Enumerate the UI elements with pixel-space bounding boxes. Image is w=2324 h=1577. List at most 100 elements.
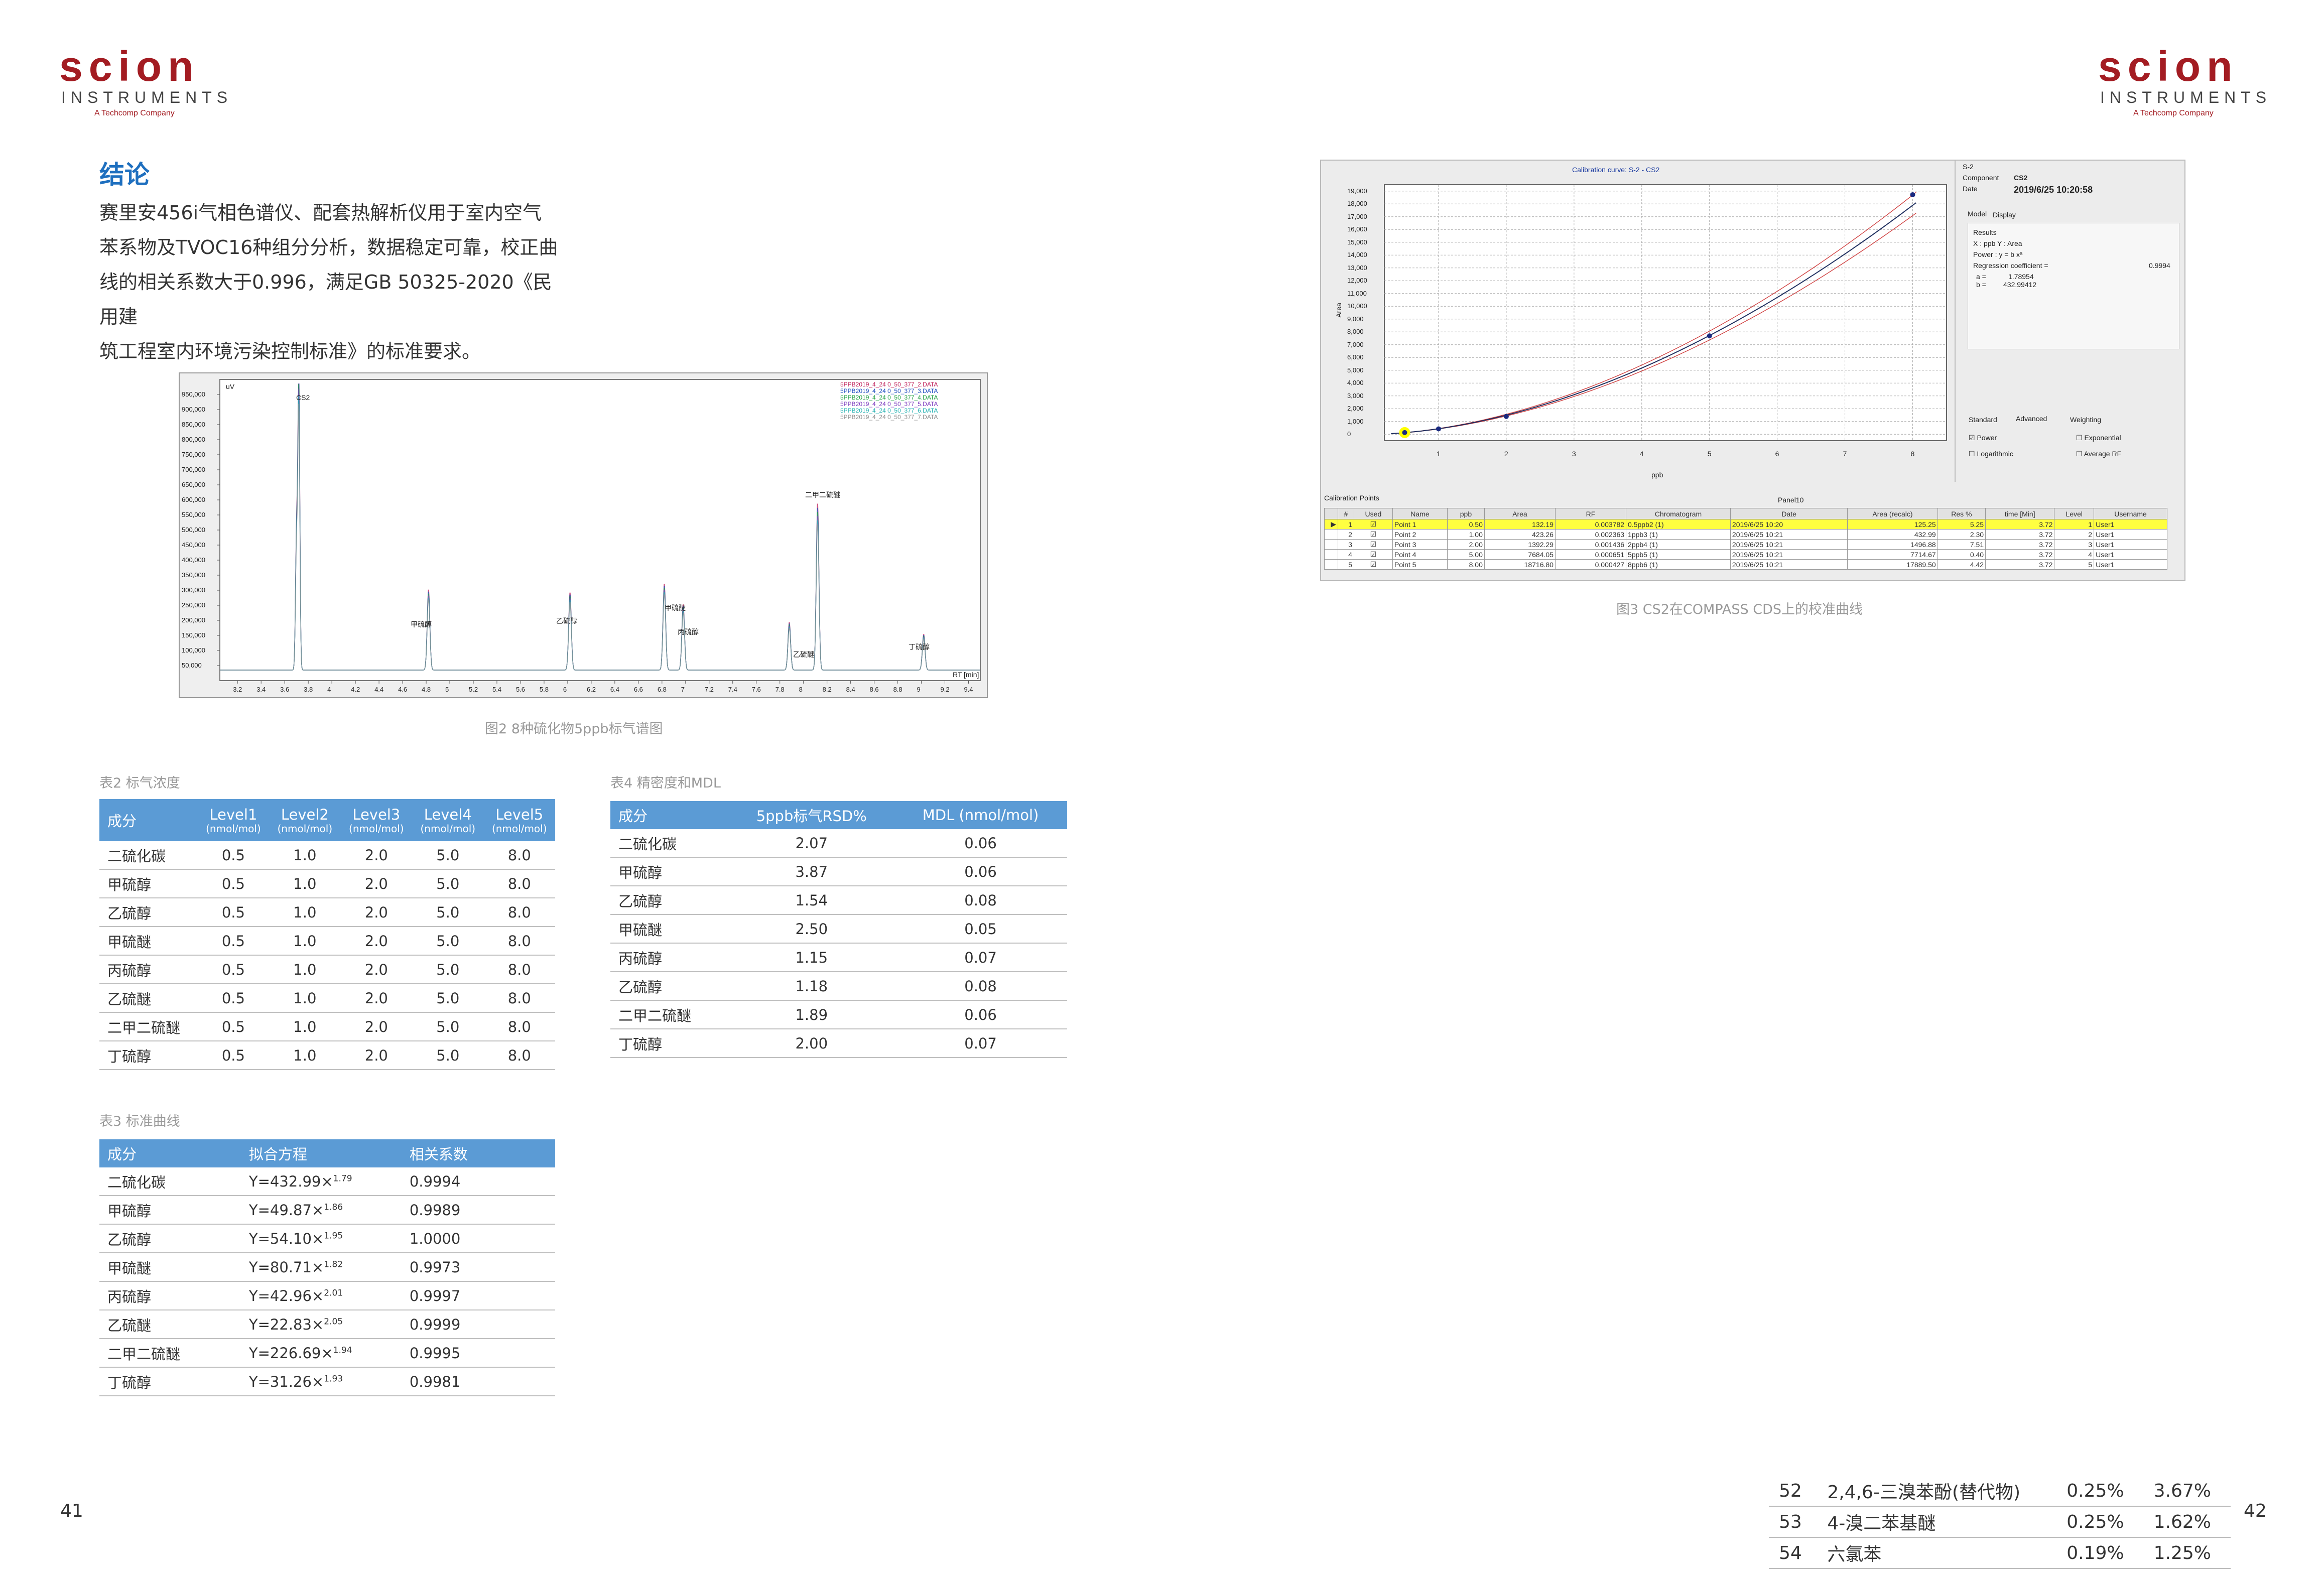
table-cell[interactable]: ☑ [1353, 529, 1393, 540]
y-tick-label: 6,000 [1347, 353, 1364, 361]
y-tick-label: 200,000 [182, 616, 205, 624]
equation-base: Y=54.10× [248, 1230, 324, 1247]
table-cell: User1 [2094, 519, 2167, 530]
x-tick-label: 7.2 [704, 686, 714, 693]
checkbox-checked-icon: ☑ [1969, 434, 1975, 442]
paragraph-line: 筑工程室内环境污染控制标准》的标准要求。 [99, 340, 481, 362]
table-cell: 3.87 [729, 857, 894, 886]
table-cell: 3.72 [1985, 519, 2055, 530]
tab-weighting[interactable]: Weighting [2070, 416, 2101, 424]
x-tick-label: 4 [1639, 450, 1644, 458]
calibration-point[interactable] [1910, 192, 1915, 197]
table-row: 丙硫醇 1.15 0.07 [610, 943, 1067, 972]
equation-exponent: 1.95 [324, 1230, 343, 1241]
table-row[interactable]: 3 ☑ Point 3 2.00 1392.29 0.001436 2ppb4 (1) 201… [1324, 539, 2167, 550]
table-cell: 2019/6/25 10:21 [1730, 549, 1848, 560]
x-tick-label: 7 [1843, 450, 1847, 458]
x-tick-label: 5.8 [539, 686, 549, 693]
table-cell: 1 [2054, 519, 2095, 530]
table-row[interactable]: ▶ 1 ☑ Point 1 0.50 132.19 0.003782 0.5ppb2 (1) 2… [1324, 519, 2167, 530]
opt-power[interactable]: ☑ Power [1969, 434, 1997, 442]
table-cell: 0.5 [197, 1012, 270, 1041]
table-cell: 125.25 [1847, 519, 1938, 530]
table-cell[interactable]: ☑ [1353, 559, 1393, 570]
table-cell: 5.0 [412, 898, 484, 927]
calibration-point[interactable] [1402, 430, 1407, 435]
x-tick-label: 2 [1504, 450, 1508, 458]
y-tick-label: 4,000 [1347, 379, 1364, 387]
table-cell[interactable]: ☑ [1353, 549, 1393, 560]
tab-model[interactable]: Model [1968, 210, 1987, 218]
table-cell: 甲硫醇 [99, 869, 198, 898]
table4-caption: 表4 精密度和MDL [610, 775, 721, 791]
x-tick-label: 6.6 [633, 686, 643, 693]
table-cell: 2.50 [729, 914, 894, 944]
tab-standard[interactable]: Standard [1969, 416, 1997, 424]
table-cell: 六氯苯 [1817, 1537, 2057, 1569]
y-tick-label: 100,000 [182, 646, 205, 654]
cal-ylabel: Area [1334, 303, 1343, 318]
equation-cell: Y=432.99×1.79 [240, 1167, 402, 1196]
table-cell: 8.0 [483, 955, 555, 984]
calibration-point[interactable] [1436, 426, 1441, 432]
table-cell: 甲硫醇 [610, 857, 729, 886]
logo-tagline: A Techcomp Company [2133, 109, 2214, 117]
table-row[interactable]: 2 ☑ Point 2 1.00 423.26 0.002363 1ppb3 (1) 2019… [1324, 529, 2167, 540]
chrom-legend: 5PPB2019_4_24 0_50_377_2.DATA 5PPB2019_4_… [840, 381, 938, 421]
x-tick-label: 5.4 [492, 686, 502, 693]
column-header: RF [1555, 508, 1627, 519]
table3-standard-curve: 成分 拟合方程 相关系数 二硫化碳 Y=432.99×1.79 0.9994 甲硫醇 Y=49… [99, 1139, 555, 1396]
coefficient-cell: 0.9994 [401, 1167, 555, 1196]
logo-word: scion [2098, 43, 2239, 90]
table-cell: 53 [1769, 1506, 1818, 1538]
coefficient-cell: 1.0000 [401, 1224, 555, 1253]
cal-xlabel: ppb [1651, 471, 1663, 479]
equation-cell: Y=49.87×1.86 [240, 1196, 402, 1225]
table-cell: 2.0 [340, 869, 413, 898]
table-cell: 52 [1769, 1476, 1818, 1507]
coefficient-cell: 0.9995 [401, 1339, 555, 1368]
tab-display[interactable]: Display [1993, 211, 2016, 219]
table-cell: User1 [2094, 549, 2167, 560]
table-row[interactable]: 5 ☑ Point 5 8.00 18716.80 0.000427 8ppb6 (1) 20… [1324, 559, 2167, 570]
table-cell: 7.51 [1937, 539, 1986, 550]
opt-average-rf[interactable]: ☐ Average RF [2076, 450, 2121, 458]
x-tick-label: 7.8 [775, 686, 785, 693]
y-tick-label: 800,000 [182, 436, 205, 443]
column-header: Used [1353, 508, 1393, 519]
header-unit: (nmol/mol) [491, 823, 547, 835]
table-cell: 1392.29 [1484, 539, 1556, 550]
table-cell: 1.62% [2143, 1506, 2231, 1538]
table-cell: 0.06 [894, 829, 1067, 858]
table-cell: 0.50 [1447, 519, 1485, 530]
table-row: 乙硫醚 Y=22.83×2.05 0.9999 [99, 1310, 555, 1339]
table-row: 甲硫醇 3.87 0.06 [610, 857, 1067, 886]
column-header: Area [1484, 508, 1556, 519]
opt-logarithmic[interactable]: ☐ Logarithmic [1969, 450, 2013, 458]
table-cell: 1.0 [269, 841, 341, 870]
table-cell[interactable]: ☑ [1353, 519, 1393, 530]
table-row: 乙硫醇 Y=54.10×1.95 1.0000 [99, 1224, 555, 1253]
column-header: 成分 [99, 1139, 241, 1167]
row-indicator [1324, 539, 1338, 550]
calibration-curve-svg [1384, 184, 1947, 441]
column-header: # [1338, 508, 1354, 519]
y-tick-label: 9,000 [1347, 315, 1364, 323]
component-cell: 乙硫醇 [99, 1224, 241, 1253]
header-unit: (nmol/mol) [349, 823, 404, 835]
bottom-table: 52 2,4,6-三溴苯酚(替代物) 0.25% 3.67% 53 4-溴二苯基醚 0.25… [1769, 1476, 2231, 1569]
component-label: Component [1963, 174, 1999, 182]
table-row: 54 六氯苯 0.19% 1.25% [1769, 1537, 2231, 1569]
calibration-point[interactable] [1503, 414, 1509, 419]
table-cell: 18716.80 [1484, 559, 1556, 570]
table-row[interactable]: 4 ☑ Point 4 5.00 7684.05 0.000651 5ppb5 (1) 201… [1324, 549, 2167, 560]
tab-advanced[interactable]: Advanced [2016, 415, 2047, 423]
opt-exponential[interactable]: ☐ Exponential [2076, 434, 2121, 442]
table-cell: 0.000427 [1555, 559, 1627, 570]
calibration-point[interactable] [1707, 333, 1712, 339]
table-cell[interactable]: ☑ [1353, 539, 1393, 550]
opt-label: Power [1977, 434, 1997, 442]
table-cell: 乙硫醇 [99, 898, 198, 927]
x-tick-label: 8.8 [893, 686, 902, 693]
equation-base: Y=80.71× [248, 1258, 324, 1276]
